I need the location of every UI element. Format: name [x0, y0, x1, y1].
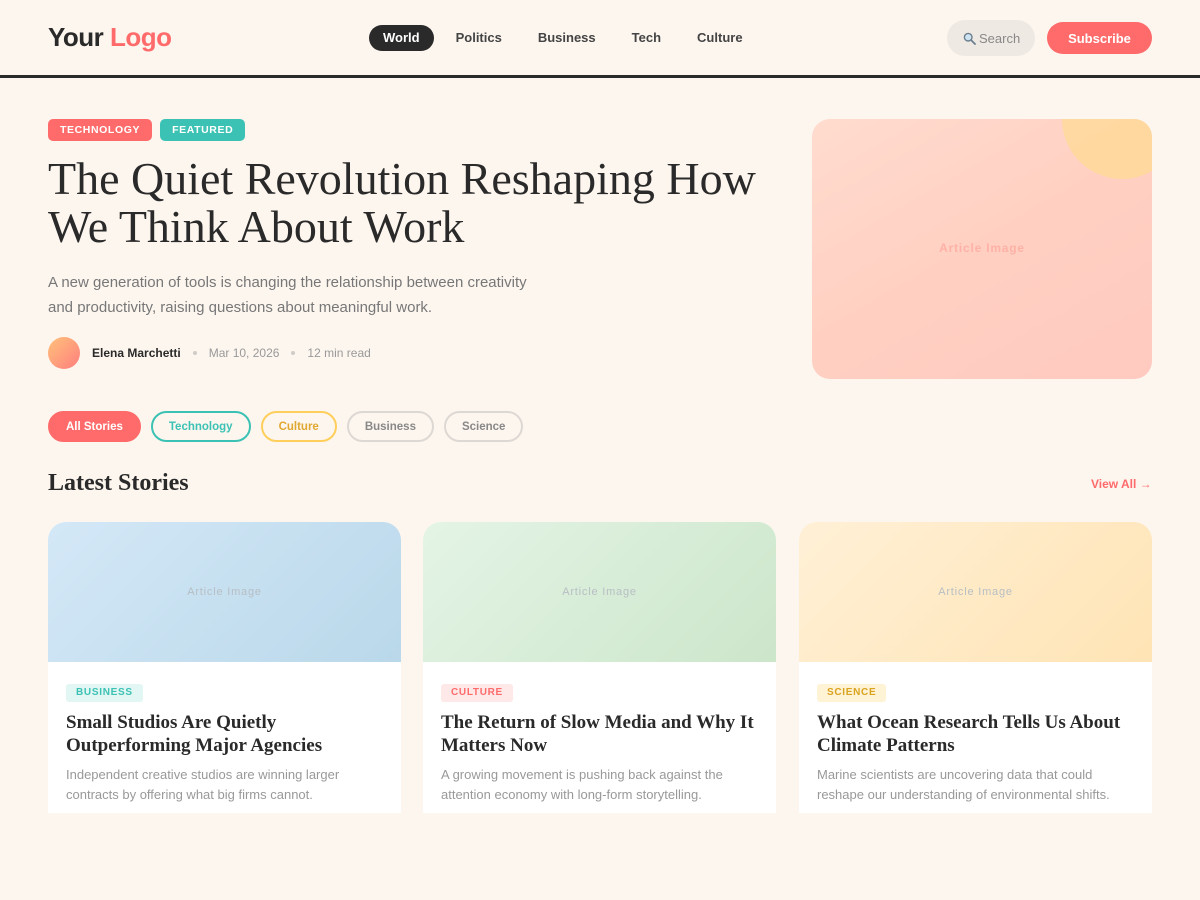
meta-separator: [291, 351, 296, 355]
tag-technology[interactable]: TECHNOLOGY: [48, 119, 153, 141]
nav-item-culture[interactable]: Culture: [683, 25, 757, 51]
nav-item-tech[interactable]: Tech: [618, 25, 675, 51]
author-avatar[interactable]: [48, 337, 80, 369]
card-title[interactable]: Small Studios Are Quietly Outperforming …: [66, 711, 383, 757]
hero-image[interactable]: Article Image: [812, 119, 1152, 379]
card-tag[interactable]: BUSINESS: [66, 684, 143, 702]
logo-text-accent: Logo: [110, 22, 172, 52]
card-title[interactable]: What Ocean Research Tells Us About Clima…: [817, 711, 1134, 757]
story-card[interactable]: Article Image CULTURE The Return of Slow…: [423, 522, 776, 813]
search-box[interactable]: Search: [947, 20, 1035, 56]
filter-all-stories[interactable]: All Stories: [48, 411, 141, 442]
filter-science[interactable]: Science: [443, 411, 524, 442]
story-card[interactable]: Article Image SCIENCE What Ocean Researc…: [799, 522, 1152, 813]
view-all-link[interactable]: View All →: [1091, 477, 1152, 491]
filter-technology[interactable]: Technology: [150, 411, 251, 442]
category-filters: All Stories Technology Culture Business …: [48, 411, 533, 442]
search-placeholder: Search: [979, 30, 1021, 46]
meta-separator: [192, 351, 197, 355]
card-image-label: Article Image: [938, 586, 1013, 598]
card-image-label: Article Image: [562, 586, 637, 598]
story-card[interactable]: Article Image BUSINESS Small Studios Are…: [48, 522, 401, 813]
card-tag[interactable]: CULTURE: [441, 684, 513, 702]
filter-business[interactable]: Business: [346, 411, 434, 442]
decorative-circle: [1062, 119, 1152, 179]
publish-date: Mar 10, 2026: [208, 346, 280, 360]
nav-item-politics[interactable]: Politics: [442, 25, 516, 51]
section-title: Latest Stories: [48, 470, 189, 496]
subscribe-button[interactable]: Subscribe: [1047, 22, 1152, 54]
read-time: 12 min read: [307, 346, 371, 360]
card-tag[interactable]: SCIENCE: [817, 684, 887, 702]
logo[interactable]: Your Logo: [48, 22, 172, 53]
nav-item-world[interactable]: World: [369, 25, 434, 51]
hero-image-label: Article Image: [939, 241, 1025, 255]
hero-description: A new generation of tools is changing th…: [48, 274, 527, 316]
card-description: Marine scientists are uncovering data th…: [817, 767, 1110, 802]
card-title[interactable]: The Return of Slow Media and Why It Matt…: [441, 711, 758, 757]
filter-culture[interactable]: Culture: [260, 411, 337, 442]
card-image-label: Article Image: [187, 586, 262, 598]
nav-item-business[interactable]: Business: [524, 25, 610, 51]
search-icon: [963, 32, 976, 45]
card-description: A growing movement is pushing back again…: [441, 767, 723, 802]
logo-text-primary: Your: [48, 22, 104, 52]
site-header: Your Logo World Politics Business Tech C…: [0, 0, 1200, 78]
card-image[interactable]: Article Image: [423, 522, 776, 662]
hero-tags: TECHNOLOGY FEATURED: [48, 119, 253, 141]
main-nav: World Politics Business Tech Culture: [369, 25, 765, 51]
article-meta: Elena Marchetti Mar 10, 2026 12 min read: [48, 337, 371, 369]
hero-title[interactable]: The Quiet Revolution Reshaping How We Th…: [48, 155, 788, 251]
card-description: Independent creative studios are winning…: [66, 767, 340, 802]
author-name[interactable]: Elena Marchetti: [92, 346, 181, 360]
tag-featured[interactable]: FEATURED: [160, 119, 246, 141]
card-image[interactable]: Article Image: [48, 522, 401, 662]
card-image[interactable]: Article Image: [799, 522, 1152, 662]
